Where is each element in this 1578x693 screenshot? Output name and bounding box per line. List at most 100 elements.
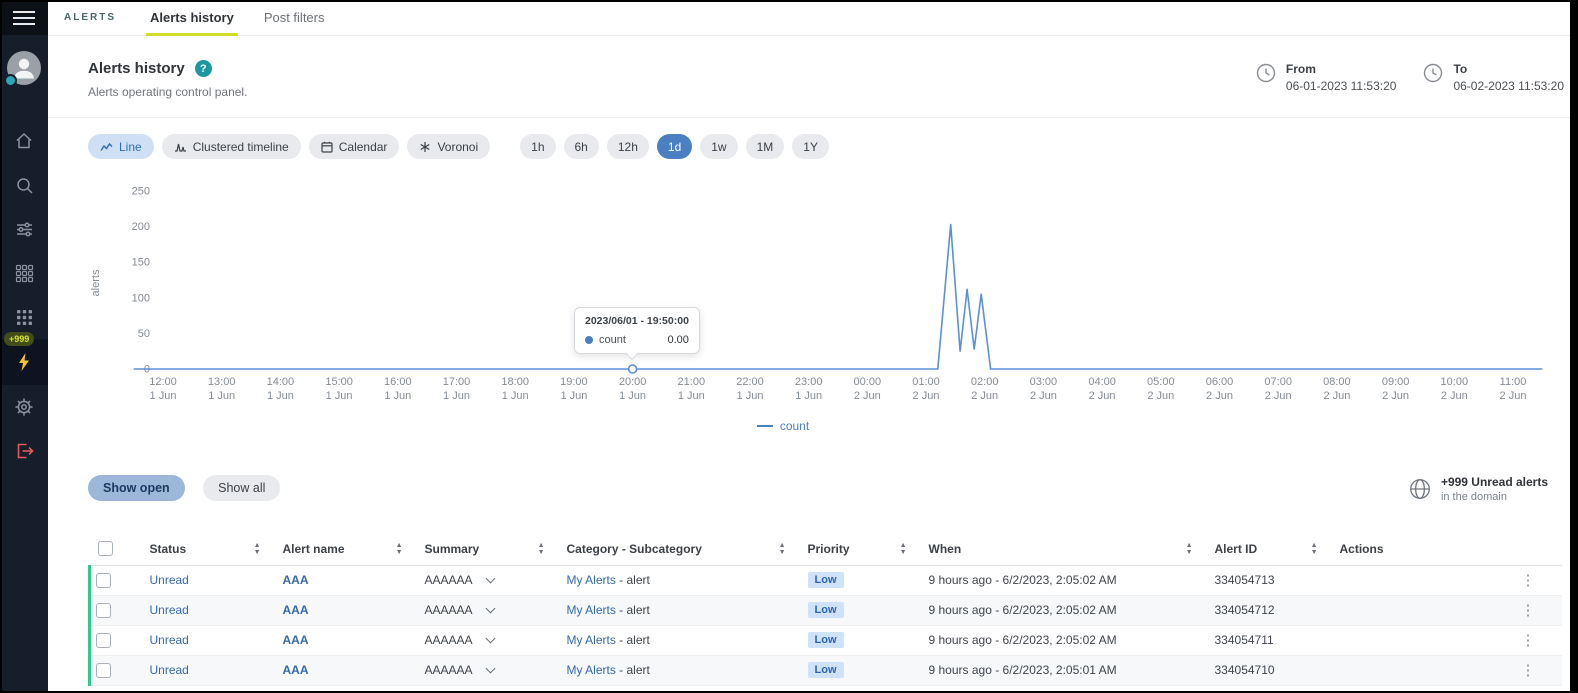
sort-arrows-icon[interactable]: ▲▼	[396, 543, 403, 555]
user-avatar[interactable]	[7, 51, 41, 85]
modules-grid-icon	[15, 308, 34, 327]
svg-text:01:00: 01:00	[912, 376, 940, 388]
row-actions-menu-icon[interactable]: ⋮	[1521, 632, 1536, 649]
help-icon[interactable]: ?	[195, 60, 212, 77]
category-link[interactable]: My Alerts	[567, 603, 616, 617]
select-all-checkbox[interactable]	[98, 541, 113, 556]
alert-name-link[interactable]: AAA	[283, 603, 309, 617]
category-link[interactable]: My Alerts	[567, 663, 616, 677]
row-select-cell	[90, 625, 142, 655]
category-link[interactable]: My Alerts	[567, 573, 616, 587]
row-summary-cell[interactable]: AAAAAA	[417, 655, 559, 685]
sidebar-item-apps[interactable]	[0, 251, 48, 295]
svg-text:20:00: 20:00	[619, 376, 647, 388]
column-header-category[interactable]: Category - Subcategory▲▼	[559, 533, 800, 565]
svg-text:2 Jun: 2 Jun	[1323, 390, 1350, 402]
status-link[interactable]: Unread	[150, 603, 189, 617]
row-summary-cell[interactable]: AAAAAA	[417, 595, 559, 625]
view-button-clustered-timeline[interactable]: Clustered timeline	[162, 134, 301, 159]
row-summary-cell[interactable]: AAAAAA	[417, 565, 559, 595]
sort-arrows-icon[interactable]: ▲▼	[254, 543, 261, 555]
from-label: From	[1286, 62, 1397, 76]
sort-arrows-icon[interactable]: ▲▼	[779, 543, 786, 555]
svg-text:1 Jun: 1 Jun	[443, 390, 470, 402]
view-button-line[interactable]: Line	[88, 134, 154, 159]
column-header-alert_id[interactable]: Alert ID▲▼	[1207, 533, 1332, 565]
range-button-1M[interactable]: 1M	[746, 134, 785, 159]
main-panel: Alerts history ? Alerts operating contro…	[48, 36, 1578, 693]
time-to[interactable]: To 06-02-2023 11:53:20	[1422, 62, 1564, 93]
range-button-1Y[interactable]: 1Y	[792, 134, 829, 159]
sidebar-item-home[interactable]	[0, 119, 48, 163]
status-link[interactable]: Unread	[150, 663, 189, 677]
svg-text:19:00: 19:00	[560, 376, 588, 388]
status-link[interactable]: Unread	[150, 573, 189, 587]
row-checkbox[interactable]	[96, 663, 111, 678]
alert-name-link[interactable]: AAA	[283, 573, 309, 587]
column-header-when[interactable]: When▲▼	[921, 533, 1207, 565]
svg-text:2 Jun: 2 Jun	[1089, 390, 1116, 402]
sort-arrows-icon[interactable]: ▲▼	[900, 543, 907, 555]
range-button-12h[interactable]: 12h	[607, 134, 649, 159]
sort-arrows-icon[interactable]: ▲▼	[538, 543, 545, 555]
tooltip-series: count	[599, 334, 626, 346]
row-status-cell: Unread	[142, 625, 275, 655]
calendar-icon	[321, 141, 333, 153]
line-chart-icon	[100, 141, 113, 153]
svg-text:12:00: 12:00	[149, 376, 177, 388]
table-row: UnreadAAAAAAAAAMy Alerts - alertLow9 hou…	[90, 595, 1562, 625]
row-select-cell	[90, 595, 142, 625]
row-actions-menu-icon[interactable]: ⋮	[1521, 572, 1536, 589]
sidebar-item-search[interactable]	[0, 163, 48, 207]
show-all-button[interactable]: Show all	[203, 475, 280, 501]
chart-canvas[interactable]: alerts05010015020025012:001 Jun13:001 Ju…	[88, 171, 1550, 411]
status-link[interactable]: Unread	[150, 633, 189, 647]
to-label: To	[1453, 62, 1564, 76]
tooltip-value: 0.00	[650, 334, 689, 346]
tab-post-filters[interactable]: Post filters	[260, 0, 329, 36]
row-actions-menu-icon[interactable]: ⋮	[1521, 662, 1536, 679]
sort-arrows-icon[interactable]: ▲▼	[1186, 543, 1193, 555]
row-alert-id-cell: 334054711	[1207, 625, 1332, 655]
column-header-priority[interactable]: Priority▲▼	[800, 533, 921, 565]
svg-text:22:00: 22:00	[736, 376, 764, 388]
row-status-cell: Unread	[142, 655, 275, 685]
row-checkbox[interactable]	[96, 603, 111, 618]
row-when-cell: 9 hours ago - 6/2/2023, 2:05:02 AM	[921, 625, 1207, 655]
alert-name-link[interactable]: AAA	[283, 633, 309, 647]
range-button-1h[interactable]: 1h	[520, 134, 555, 159]
time-from[interactable]: From 06-01-2023 11:53:20	[1255, 62, 1397, 93]
row-summary-cell[interactable]: AAAAAA	[417, 625, 559, 655]
column-header-summary[interactable]: Summary▲▼	[417, 533, 559, 565]
sidebar-item-logout[interactable]	[0, 429, 48, 473]
row-actions-menu-icon[interactable]: ⋮	[1521, 602, 1536, 619]
row-priority-cell: Low	[800, 595, 921, 625]
show-open-button[interactable]: Show open	[88, 475, 185, 501]
svg-text:2 Jun: 2 Jun	[1265, 390, 1292, 402]
view-button-calendar[interactable]: Calendar	[309, 134, 400, 159]
range-button-6h[interactable]: 6h	[564, 134, 599, 159]
alert-name-link[interactable]: AAA	[283, 663, 309, 677]
sort-arrows-icon[interactable]: ▲▼	[1311, 543, 1318, 555]
hamburger-menu-icon[interactable]	[0, 0, 48, 35]
column-header-alert_name[interactable]: Alert name▲▼	[275, 533, 417, 565]
sidebar-item-settings[interactable]	[0, 385, 48, 429]
tab-label: Alerts history	[150, 10, 234, 25]
view-button-voronoi[interactable]: Voronoi	[407, 134, 490, 159]
row-checkbox[interactable]	[96, 633, 111, 648]
filter-buttons: Show open Show all	[88, 475, 294, 501]
sidebar-item-alerts[interactable]: +999	[0, 339, 48, 385]
row-when-cell: 9 hours ago - 6/2/2023, 2:05:02 AM	[921, 595, 1207, 625]
range-button-1d[interactable]: 1d	[657, 134, 692, 159]
column-header-status[interactable]: Status▲▼	[142, 533, 275, 565]
clustered-timeline-icon	[174, 141, 187, 153]
tab-alerts-history[interactable]: Alerts history	[146, 0, 238, 36]
table-row: UnreadAAAAAAAAAMy Alerts - alertLow9 hou…	[90, 625, 1562, 655]
range-button-1w[interactable]: 1w	[700, 134, 737, 159]
row-checkbox[interactable]	[96, 573, 111, 588]
category-link[interactable]: My Alerts	[567, 633, 616, 647]
sidebar-item-filters[interactable]	[0, 207, 48, 251]
tooltip-title: 2023/06/01 - 19:50:00	[585, 315, 689, 327]
chart-legend[interactable]: count	[88, 419, 1478, 433]
svg-text:13:00: 13:00	[208, 376, 236, 388]
